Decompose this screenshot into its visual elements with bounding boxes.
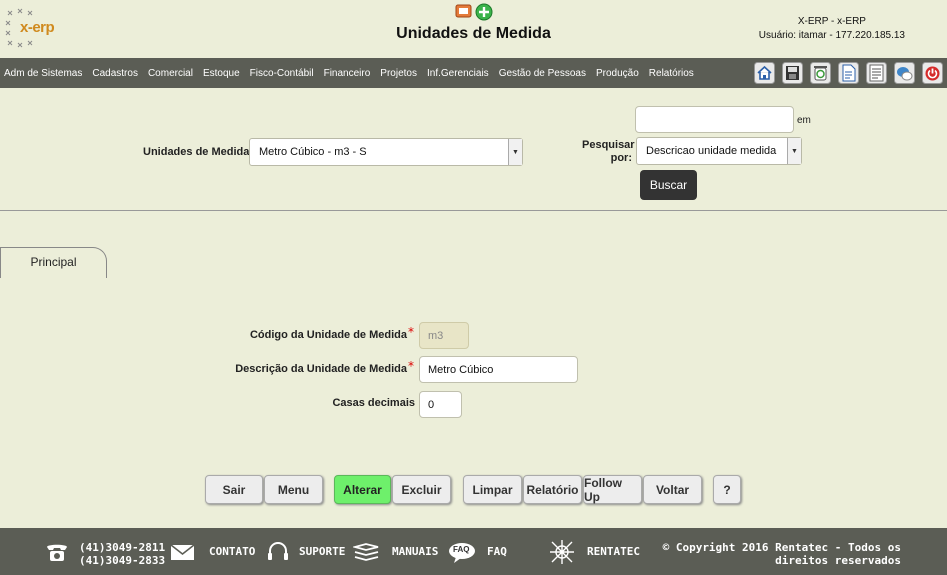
telephone-icon — [47, 544, 67, 561]
unit-select-value: Metro Cúbico - m3 - S — [259, 146, 367, 158]
voltar-button[interactable]: Voltar — [643, 475, 702, 504]
copyright-line2: direitos reservados — [775, 554, 901, 567]
faq-link[interactable]: FAQ — [487, 528, 507, 575]
help-button[interactable]: ? — [713, 475, 741, 504]
copyright: © Copyright 2016 Rentatec - Todos os dir… — [663, 541, 901, 567]
menu-item-gestao-pessoas[interactable]: Gestão de Pessoas — [494, 68, 591, 79]
unit-select[interactable]: Metro Cúbico - m3 - S ▼ — [249, 138, 523, 166]
excluir-button[interactable]: Excluir — [392, 475, 451, 504]
search-input[interactable] — [635, 106, 794, 133]
search-by-label-line2: por: — [610, 152, 632, 164]
search-by-value: Descricao unidade medida — [646, 145, 777, 157]
unit-select-label: Unidades de Medida — [143, 146, 250, 158]
required-mark: * — [408, 359, 414, 373]
manuais-link[interactable]: MANUAIS — [392, 528, 438, 575]
faq-icon[interactable]: FAQ — [448, 542, 476, 564]
sair-button[interactable]: Sair — [205, 475, 263, 504]
contato-link[interactable]: CONTATO — [209, 528, 255, 575]
main-menu-bar: Adm de Sistemas Cadastros Comercial Esto… — [0, 58, 947, 88]
faq-icon-text: FAQ — [453, 545, 470, 554]
headset-icon[interactable] — [266, 541, 290, 563]
search-by-label-line1: Pesquisar — [582, 139, 635, 151]
phone-2: (41)3049-2833 — [79, 554, 166, 567]
rentatec-link[interactable]: RENTATEC — [587, 528, 640, 575]
footer: (41)3049-2811 (41)3049-2833 CONTATO SUPO… — [0, 528, 947, 575]
menu-button[interactable]: Menu — [264, 475, 323, 504]
books-icon[interactable] — [353, 543, 380, 563]
search-by-select[interactable]: Descricao unidade medida ▼ — [636, 137, 802, 165]
system-info: X-ERP - x-ERP Usuário: itamar - 177.220.… — [759, 15, 905, 43]
decimals-label: Casas decimais — [332, 397, 415, 409]
menu-item-fisco-contabil[interactable]: Fisco-Contábil — [245, 68, 319, 79]
search-by-label: Pesquisar por: — [582, 139, 635, 165]
menu-item-inf-gerenciais[interactable]: Inf.Gerenciais — [422, 68, 494, 79]
system-name: X-ERP - x-ERP — [797, 16, 866, 27]
menu-item-adm-sistemas[interactable]: Adm de Sistemas — [0, 68, 87, 79]
add-icon[interactable] — [475, 3, 493, 21]
required-mark: * — [408, 325, 414, 339]
divider — [0, 210, 947, 211]
em-label: em — [797, 115, 811, 126]
description-label: Descrição da Unidade de Medida — [235, 363, 407, 375]
power-icon[interactable] — [922, 62, 943, 84]
toolbar-icons — [754, 62, 943, 84]
relatorio-button[interactable]: Relatório — [523, 475, 582, 504]
header: x-erp Unidades de Medida X-ERP - x-ERP U… — [0, 0, 947, 58]
search-button[interactable]: Buscar — [640, 170, 697, 200]
menu-item-financeiro[interactable]: Financeiro — [319, 68, 376, 79]
chevron-down-icon[interactable]: ▼ — [508, 139, 522, 165]
document-icon[interactable] — [838, 62, 859, 84]
menu-item-projetos[interactable]: Projetos — [375, 68, 422, 79]
menu-item-estoque[interactable]: Estoque — [198, 68, 245, 79]
rentatec-logo-icon[interactable] — [548, 538, 576, 566]
chat-icon[interactable] — [894, 62, 915, 84]
code-label: Código da Unidade de Medida — [249, 329, 407, 341]
alterar-button[interactable]: Alterar — [334, 475, 391, 504]
save-icon[interactable] — [782, 62, 803, 84]
user-info: Usuário: itamar - 177.220.185.13 — [758, 30, 905, 41]
recycle-icon[interactable] — [810, 62, 831, 84]
home-icon[interactable] — [754, 62, 775, 84]
chevron-down-icon[interactable]: ▼ — [787, 138, 801, 164]
report-icon[interactable] — [455, 3, 473, 19]
list-icon[interactable] — [866, 62, 887, 84]
envelope-icon[interactable] — [170, 544, 195, 561]
phone-1: (41)3049-2811 — [79, 541, 166, 554]
phone-numbers: (41)3049-2811 (41)3049-2833 — [79, 541, 165, 567]
suporte-link[interactable]: SUPORTE — [299, 528, 345, 575]
copyright-line1: © Copyright 2016 Rentatec - Todos os — [662, 541, 901, 554]
decimals-field[interactable]: 0 — [419, 391, 462, 418]
menu-item-relatorios[interactable]: Relatórios — [644, 68, 699, 79]
menu-item-comercial[interactable]: Comercial — [143, 68, 198, 79]
header-icon-group — [455, 3, 493, 21]
tab-principal[interactable]: Principal — [0, 247, 107, 278]
limpar-button[interactable]: Limpar — [463, 475, 522, 504]
menu-item-cadastros[interactable]: Cadastros — [87, 68, 143, 79]
follow-up-button[interactable]: Follow Up — [583, 475, 642, 504]
description-field[interactable]: Metro Cúbico — [419, 356, 578, 383]
menu-item-producao[interactable]: Produção — [591, 68, 644, 79]
code-field: m3 — [419, 322, 469, 349]
